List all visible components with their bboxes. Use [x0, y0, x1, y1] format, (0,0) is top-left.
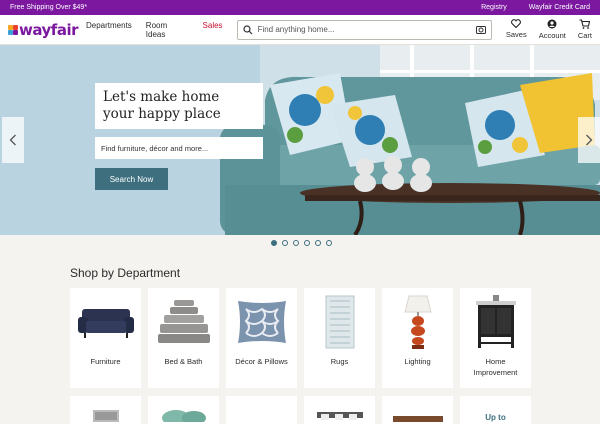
- cart-button[interactable]: Cart: [578, 19, 592, 40]
- main-nav: Departments Room Ideas Sales: [86, 21, 223, 39]
- site-header: wayfair Departments Room Ideas Sales Sav…: [0, 15, 600, 45]
- hero-headline-card: Let's make home your happy place: [95, 83, 263, 129]
- logo-text: wayfair: [19, 20, 78, 39]
- search-input[interactable]: [257, 25, 471, 34]
- cart-label: Cart: [577, 31, 592, 40]
- vanity-icon: [475, 295, 516, 348]
- department-label: Rugs: [330, 357, 349, 366]
- pillow-icon: [237, 301, 286, 343]
- lamp-icon: [403, 295, 432, 349]
- saves-label: Saves: [505, 30, 527, 39]
- department-tile[interactable]: [304, 396, 375, 424]
- search-now-button[interactable]: Search Now: [95, 168, 168, 190]
- department-tile-bed-bath[interactable]: Bed & Bath: [148, 288, 219, 388]
- nav-room-ideas[interactable]: Room Ideas: [146, 21, 189, 39]
- user-icon: [547, 19, 557, 29]
- camera-icon[interactable]: [475, 25, 486, 34]
- saves-button[interactable]: Saves: [506, 19, 527, 40]
- hero-search-input[interactable]: Find furniture, décor and more...: [95, 137, 263, 159]
- department-label: Home Improvement: [473, 357, 518, 377]
- appliance-icon: [92, 410, 119, 422]
- account-label: Account: [538, 31, 566, 40]
- carousel-dot[interactable]: [315, 240, 321, 246]
- carousel-prev-button[interactable]: [2, 117, 24, 163]
- living-room-image: [0, 45, 600, 235]
- sofa-icon: [77, 309, 134, 338]
- carousel-dot[interactable]: [326, 240, 332, 246]
- carousel-dots: [271, 240, 332, 246]
- chevron-right-icon: [586, 134, 593, 146]
- nav-departments[interactable]: Departments: [86, 21, 132, 39]
- department-tile[interactable]: [382, 396, 453, 424]
- registry-link[interactable]: Registry: [481, 4, 507, 11]
- credit-card-link[interactable]: Wayfair Credit Card: [529, 4, 590, 11]
- rug-icon: [325, 295, 354, 349]
- hero-headline-line2: your happy place: [103, 106, 221, 122]
- department-label: Lighting: [404, 357, 431, 366]
- search-bar: [236, 19, 492, 40]
- department-label: Furniture: [90, 357, 121, 366]
- department-tile-lighting[interactable]: Lighting: [382, 288, 453, 388]
- carousel-dot[interactable]: [271, 240, 277, 246]
- carousel-dot[interactable]: [293, 240, 299, 246]
- carousel-dot[interactable]: [282, 240, 288, 246]
- department-tile-deals[interactable]: Up to: [460, 396, 531, 424]
- wayfair-logo[interactable]: wayfair: [8, 21, 78, 39]
- logo-mark-icon: [8, 24, 18, 35]
- dishes-icon: [161, 410, 206, 422]
- department-tile[interactable]: [226, 396, 297, 424]
- hero-headline-line1: Let's make home: [103, 89, 220, 105]
- department-grid: Furniture Bed & Bath Décor & Pillows Rug…: [70, 288, 531, 424]
- department-tile-home-improvement[interactable]: Home Improvement: [460, 288, 531, 388]
- chevron-left-icon: [9, 134, 16, 146]
- cart-icon: [579, 19, 591, 29]
- wood-furniture-icon: [392, 416, 443, 422]
- department-tile[interactable]: [70, 396, 141, 424]
- department-tile-rugs[interactable]: Rugs: [304, 288, 375, 388]
- heart-icon: [511, 19, 522, 28]
- account-button[interactable]: Account: [539, 19, 566, 40]
- promo-bar: Free Shipping Over $49* Registry Wayfair…: [0, 0, 600, 15]
- free-shipping-text: Free Shipping Over $49*: [10, 4, 88, 11]
- nav-sales[interactable]: Sales: [203, 21, 223, 39]
- department-tile-decor-pillows[interactable]: Décor & Pillows: [226, 288, 297, 388]
- department-tile-furniture[interactable]: Furniture: [70, 288, 141, 388]
- deals-label: Up to: [485, 413, 506, 422]
- hero-banner: Let's make home your happy place Find fu…: [0, 45, 600, 235]
- shop-by-department-title: Shop by Department: [70, 266, 181, 280]
- department-tile[interactable]: [148, 396, 219, 424]
- department-label: Décor & Pillows: [235, 357, 288, 366]
- carousel-dot[interactable]: [304, 240, 310, 246]
- outdoor-furniture-icon: [316, 412, 363, 420]
- department-label: Bed & Bath: [164, 357, 203, 366]
- search-icon[interactable]: [242, 24, 253, 35]
- towels-icon: [157, 300, 210, 343]
- carousel-next-button[interactable]: [578, 117, 600, 163]
